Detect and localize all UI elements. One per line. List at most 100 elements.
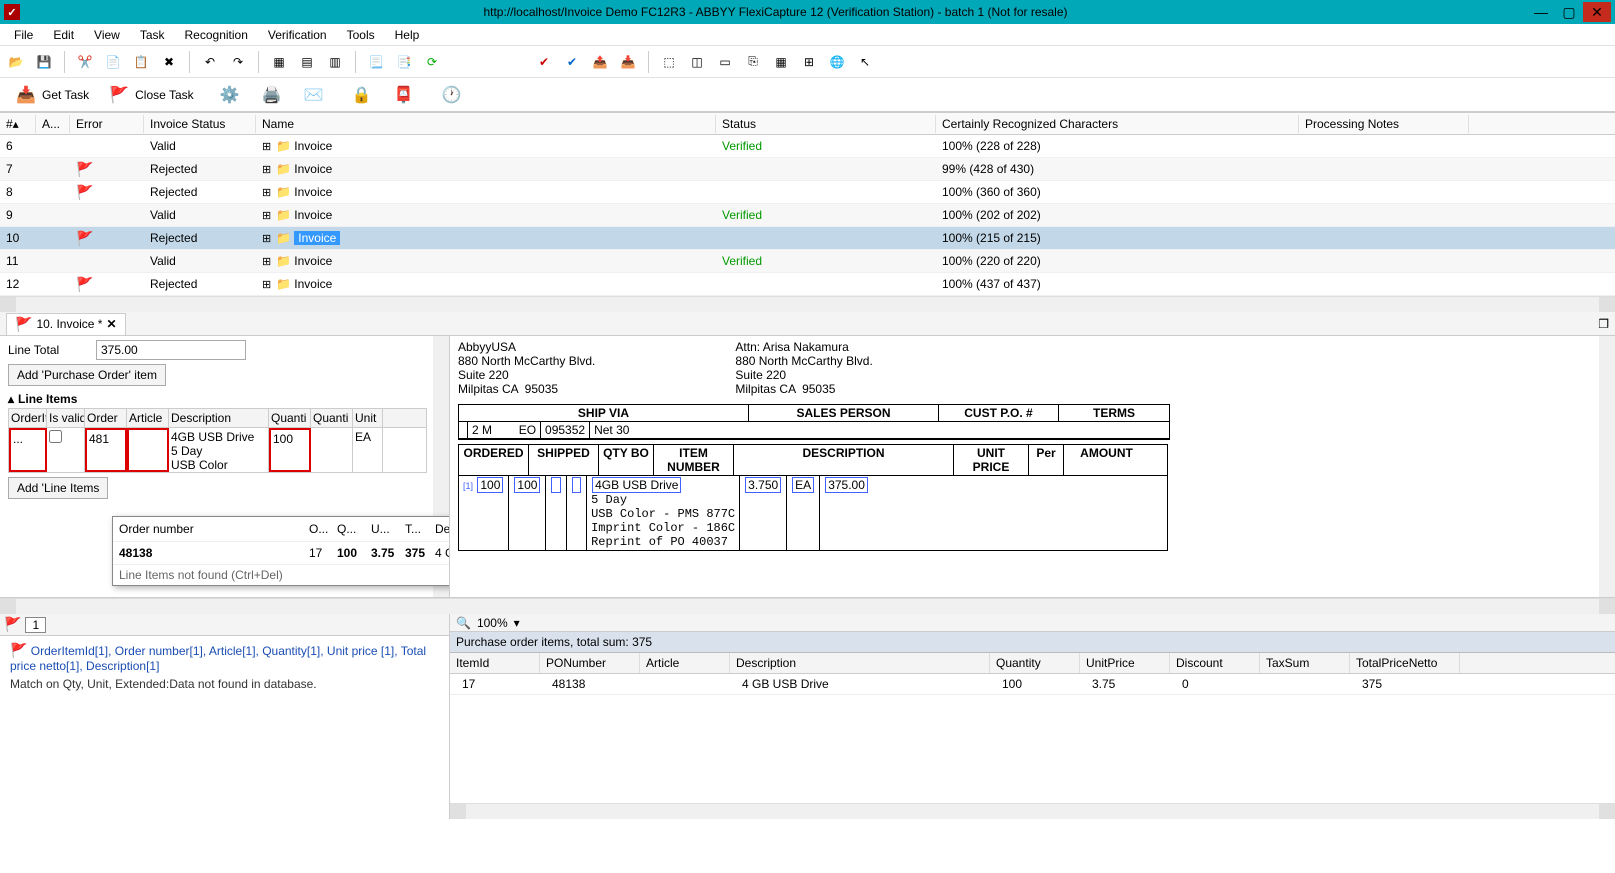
undo-icon[interactable]: ↶	[198, 50, 222, 74]
open-icon[interactable]: 📂	[4, 50, 28, 74]
check-red-icon[interactable]: ✔	[532, 50, 556, 74]
col-a[interactable]: A...	[36, 115, 70, 133]
menu-view[interactable]: View	[84, 26, 130, 44]
li-col[interactable]: Description	[169, 409, 269, 427]
get-task-button[interactable]: 📥Get Task	[8, 81, 95, 109]
docs-icon[interactable]: 📑	[392, 50, 416, 74]
document-tab[interactable]: 🚩 10. Invoice * ✕	[6, 313, 126, 335]
po-col[interactable]: Discount	[1170, 653, 1260, 673]
col-invoice-status[interactable]: Invoice Status	[144, 115, 256, 133]
close-task-button[interactable]: 🚩Close Task	[101, 81, 199, 109]
line-order-cell[interactable]: 481	[85, 428, 127, 472]
grid-row[interactable]: 8🚩Rejected⊞📁 Invoice100% (360 of 360)	[0, 181, 1615, 204]
gear-icon[interactable]: ⚙️	[212, 81, 248, 109]
zoom-value[interactable]: 100%	[477, 616, 508, 630]
line-desc-cell[interactable]: 4GB USB Drive 5 Day USB Color	[169, 428, 269, 472]
menu-file[interactable]: File	[4, 26, 43, 44]
close-window-button[interactable]: ✕	[1583, 2, 1611, 22]
layout1-icon[interactable]: ▦	[267, 50, 291, 74]
po-row[interactable]: 17481384 GB USB Drive1003.750375	[450, 674, 1615, 695]
popup-col[interactable]: Q...	[335, 520, 369, 538]
line-article-cell[interactable]	[127, 428, 169, 472]
grid-row[interactable]: 11Valid⊞📁 InvoiceVerified100% (220 of 22…	[0, 250, 1615, 273]
cut-icon[interactable]: ✂️	[73, 50, 97, 74]
refresh-icon[interactable]: ⟳	[420, 50, 444, 74]
restore-icon[interactable]: ❐	[1598, 317, 1609, 331]
layout3-icon[interactable]: ▥	[323, 50, 347, 74]
menu-verification[interactable]: Verification	[258, 26, 337, 44]
zoom-icon[interactable]: 🔍	[456, 616, 471, 630]
po-col[interactable]: UnitPrice	[1080, 653, 1170, 673]
po-col[interactable]: Quantity	[990, 653, 1080, 673]
popup-col[interactable]: T...	[403, 520, 433, 538]
col-processing-notes[interactable]: Processing Notes	[1299, 115, 1469, 133]
import-icon[interactable]: 📥	[616, 50, 640, 74]
line-isvalid-cell[interactable]	[47, 428, 85, 472]
minimize-button[interactable]: —	[1527, 2, 1555, 22]
isvalid-checkbox[interactable]	[49, 430, 62, 443]
web-icon[interactable]: 🌐	[825, 50, 849, 74]
copy-region-icon[interactable]: ⎘	[741, 50, 765, 74]
line-qty-cell[interactable]: 100	[269, 428, 311, 472]
mail-icon[interactable]: ✉️	[296, 81, 332, 109]
pointer-icon[interactable]: ↖	[853, 50, 877, 74]
grid-icon[interactable]: ⊞	[797, 50, 821, 74]
li-col[interactable]: Quanti	[269, 409, 311, 427]
line-unit-cell[interactable]: EA	[353, 428, 383, 472]
doc-icon[interactable]: 📃	[364, 50, 388, 74]
work-scrollbar[interactable]	[0, 598, 1615, 614]
add-po-button[interactable]: Add 'Purchase Order' item	[8, 364, 166, 386]
popup-col[interactable]: U...	[369, 520, 403, 538]
grid-row[interactable]: 10🚩Rejected⊞📁 Invoice100% (215 of 215)	[0, 227, 1615, 250]
po-col[interactable]: Description	[730, 653, 990, 673]
li-col[interactable]: Article	[127, 409, 169, 427]
line-item-row[interactable]: ... 481 4GB USB Drive 5 Day USB Color 10…	[9, 428, 426, 472]
document-pane[interactable]: AbbyyUSA 880 North McCarthy Blvd. Suite …	[450, 336, 1615, 597]
region-icon[interactable]: ▭	[713, 50, 737, 74]
zoom-dropdown-icon[interactable]: ▾	[514, 616, 520, 630]
po-col[interactable]: PONumber	[540, 653, 640, 673]
send-icon[interactable]: 📮	[386, 81, 422, 109]
table-icon[interactable]: ▦	[769, 50, 793, 74]
po-col[interactable]: TaxSum	[1260, 653, 1350, 673]
popup-col[interactable]: Description	[433, 520, 450, 538]
li-col[interactable]: Quanti	[311, 409, 353, 427]
menu-task[interactable]: Task	[130, 26, 175, 44]
export-icon[interactable]: 📤	[588, 50, 612, 74]
grid-row[interactable]: 12🚩Rejected⊞📁 Invoice100% (437 of 437)	[0, 273, 1615, 296]
col-number[interactable]: #▴	[0, 115, 36, 133]
grid-row[interactable]: 9Valid⊞📁 InvoiceVerified100% (202 of 202…	[0, 204, 1615, 227]
error-links[interactable]: OrderItemId[1], Order number[1], Article…	[10, 644, 426, 673]
popup-col[interactable]: O...	[307, 520, 335, 538]
crop1-icon[interactable]: ⬚	[657, 50, 681, 74]
maximize-button[interactable]: ▢	[1555, 2, 1583, 22]
print-icon[interactable]: 🖨️	[254, 81, 290, 109]
line-qty2-cell[interactable]	[311, 428, 353, 472]
li-col[interactable]: Order	[85, 409, 127, 427]
li-col[interactable]: OrderIt	[9, 409, 47, 427]
grid-scrollbar[interactable]	[0, 296, 1615, 312]
col-error[interactable]: Error	[70, 115, 144, 133]
copy-icon[interactable]: 📄	[101, 50, 125, 74]
li-col[interactable]: Unit	[353, 409, 383, 427]
popup-row[interactable]: 48138 17 100 3.75 375 4 GB USB Drive	[113, 542, 450, 564]
grid-row[interactable]: 6Valid⊞📁 InvoiceVerified100% (228 of 228…	[0, 135, 1615, 158]
col-status[interactable]: Status	[716, 115, 936, 133]
po-scrollbar[interactable]	[450, 803, 1615, 819]
error-tab[interactable]: 1	[25, 617, 46, 633]
paste-icon[interactable]: 📋	[129, 50, 153, 74]
menu-edit[interactable]: Edit	[43, 26, 84, 44]
delete-icon[interactable]: ✖	[157, 50, 181, 74]
menu-tools[interactable]: Tools	[337, 26, 385, 44]
tab-close-icon[interactable]: ✕	[106, 317, 116, 331]
col-crc[interactable]: Certainly Recognized Characters	[936, 115, 1299, 133]
lock-icon[interactable]: 🔒	[344, 81, 380, 109]
grid-row[interactable]: 7🚩Rejected⊞📁 Invoice99% (428 of 430)	[0, 158, 1615, 181]
crop2-icon[interactable]: ◫	[685, 50, 709, 74]
popup-col[interactable]: Order number	[117, 520, 307, 538]
line-items-header[interactable]: ▴Line Items	[8, 392, 427, 406]
line-orderitem-cell[interactable]: ...	[9, 428, 47, 472]
check-blue-icon[interactable]: ✔	[560, 50, 584, 74]
menu-recognition[interactable]: Recognition	[175, 26, 258, 44]
po-col[interactable]: ItemId	[450, 653, 540, 673]
